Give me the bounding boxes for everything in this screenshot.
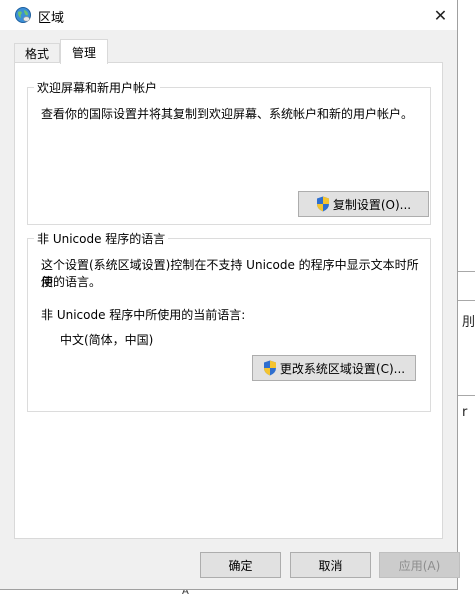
uac-shield-icon <box>316 196 329 212</box>
close-icon: ✕ <box>433 5 448 25</box>
tab-administrative[interactable]: 管理 <box>60 39 108 64</box>
current-language-value: 中文(简体，中国) <box>60 333 154 347</box>
tab-format[interactable]: 格式 <box>14 43 60 62</box>
region-dialog: 区域 ✕ 格式 管理 欢迎屏幕和新用户帐户 查看你的国际设置并将其复制到欢迎屏幕… <box>0 0 458 590</box>
background-window-edge <box>458 0 475 596</box>
copy-settings-button[interactable]: 复制设置(O)... <box>298 191 429 217</box>
welcome-screen-group: 欢迎屏幕和新用户帐户 查看你的国际设置并将其复制到欢迎屏幕、系统帐户和新的用户帐… <box>27 79 431 225</box>
title-bar[interactable]: 区域 ✕ <box>0 0 457 30</box>
cancel-button[interactable]: 取消 <box>290 552 371 578</box>
uac-shield-icon <box>263 360 276 376</box>
close-button[interactable]: ✕ <box>424 0 457 30</box>
group-title: 欢迎屏幕和新用户帐户 <box>34 79 161 96</box>
background-text: r <box>462 405 468 420</box>
background-divider <box>458 271 475 272</box>
group-title: 非 Unicode 程序的语言 <box>34 230 169 247</box>
background-text: 刖 <box>462 315 475 330</box>
change-system-locale-button[interactable]: 更改系统区域设置(C)... <box>252 355 416 381</box>
current-language-label: 非 Unicode 程序中所使用的当前语言: <box>41 308 246 322</box>
non-unicode-group: 非 Unicode 程序的语言 这个设置(系统区域设置)控制在不支持 Unico… <box>27 230 431 412</box>
change-system-locale-label: 更改系统区域设置(C)... <box>279 361 406 376</box>
apply-button[interactable]: 应用(A) <box>379 552 460 578</box>
background-divider <box>458 395 475 396</box>
window-title: 区域 <box>38 11 65 26</box>
non-unicode-description-line2: 用的语言。 <box>41 275 102 289</box>
globe-icon <box>15 7 31 23</box>
ok-button[interactable]: 确定 <box>200 552 281 578</box>
background-divider <box>458 300 475 301</box>
welcome-description: 查看你的国际设置并将其复制到欢迎屏幕、系统帐户和新的用户帐户。 <box>41 107 414 121</box>
copy-settings-label: 复制设置(O)... <box>332 197 412 212</box>
tab-panel-administrative: 欢迎屏幕和新用户帐户 查看你的国际设置并将其复制到欢迎屏幕、系统帐户和新的用户帐… <box>14 62 443 539</box>
